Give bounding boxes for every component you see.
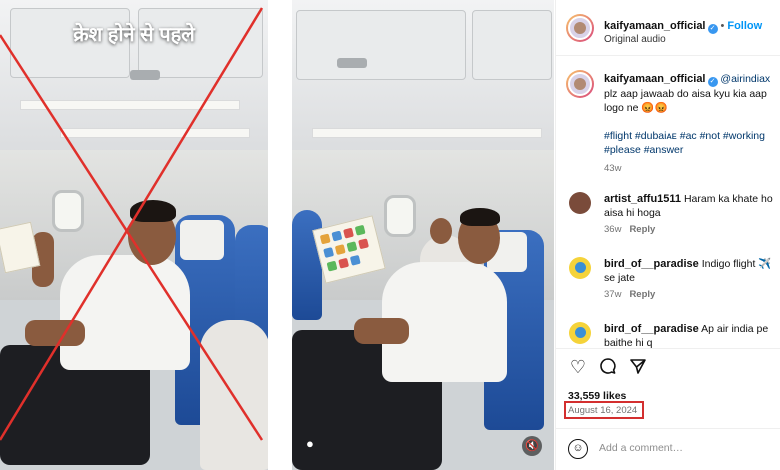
card-illustration [349, 254, 361, 266]
cross-out-icon [0, 7, 264, 441]
card-illustration [331, 230, 343, 242]
passenger-arm [354, 318, 409, 344]
comment-time: 37w [604, 289, 622, 300]
comment-time: 36w [604, 224, 622, 235]
caption-time: 43w [604, 163, 622, 174]
bin-handle [337, 58, 367, 68]
avatar-image [575, 327, 586, 338]
avatar-image [575, 262, 586, 273]
post-date: August 16, 2024 [568, 405, 638, 416]
caption-body: kaifyamaan_official ✓ @airindiax plz aap … [604, 72, 776, 174]
avatar[interactable] [566, 14, 594, 42]
avatar[interactable] [569, 322, 591, 344]
post-header: kaifyamaan_official ✓ • Follow Original aud… [556, 0, 780, 56]
reel-video[interactable]: ● [292, 0, 554, 470]
heart-icon[interactable]: ♡ [568, 357, 588, 377]
card-illustration [343, 227, 354, 239]
cabin-light [312, 128, 542, 138]
header-line: kaifyamaan_official ✓ • Follow [604, 16, 762, 34]
caption-text: kaifyamaan_official ✓ @airindiax plz aap … [604, 72, 776, 115]
passenger-hair [460, 208, 500, 226]
comment-body: bird_of__paradise Ap air india pe baithe… [604, 322, 776, 348]
screenshot-frame: क्रेश होने से पहले ● 🔇 kaifyamaan_offici… [0, 0, 780, 470]
avatar-face [574, 78, 586, 90]
avatar[interactable] [569, 192, 591, 214]
post-sidebar: kaifyamaan_official ✓ • Follow Original aud… [555, 0, 780, 470]
avatar[interactable] [569, 257, 591, 279]
follow-button[interactable]: Follow [727, 20, 762, 32]
avatar-image [568, 16, 592, 40]
card-illustration [354, 224, 366, 236]
comment-username[interactable]: artist_affu1511 [604, 193, 681, 205]
user-tag-icon[interactable]: ● [306, 436, 322, 452]
mute-icon[interactable]: 🔇 [522, 436, 542, 456]
header-username[interactable]: kaifyamaan_official [604, 20, 706, 32]
card-illustration [338, 257, 350, 269]
add-comment-bar: ☺ Add a comment… [556, 428, 780, 470]
comment-icon[interactable] [598, 357, 618, 377]
caption-hashtags[interactable]: #flight #dubaiᴀᴇ #ac #not #working #plea… [604, 129, 776, 157]
share-icon[interactable] [628, 357, 648, 377]
card-illustration [346, 241, 358, 253]
add-comment-input[interactable]: Add a comment… [599, 442, 683, 454]
divider [268, 0, 292, 470]
overhead-bin [296, 10, 466, 80]
verified-badge-icon: ✓ [707, 24, 718, 34]
caption-username[interactable]: kaifyamaan_official [604, 73, 706, 85]
comment-meta: 36w Reply [604, 224, 776, 235]
comment-bubble-icon [600, 358, 616, 374]
comment-username[interactable]: bird_of__paradise [604, 323, 699, 335]
avatar-image [568, 72, 592, 96]
reply-button[interactable]: Reply [629, 289, 655, 300]
comment-text: bird_of__paradise Ap air india pe baithe… [604, 322, 776, 348]
card-illustration [334, 244, 346, 256]
action-bar: ♡ [568, 357, 768, 377]
card-illustration [358, 238, 370, 250]
divider [556, 348, 780, 349]
passenger-head [430, 218, 452, 244]
comment-username[interactable]: bird_of__paradise [604, 258, 699, 270]
separator: • [720, 20, 725, 32]
cabin-window [384, 195, 416, 237]
avatar[interactable] [566, 70, 594, 98]
reply-button[interactable]: Reply [629, 224, 655, 235]
comment-text: bird_of__paradise Indigo flight ✈️ se ja… [604, 257, 776, 285]
verified-badge-icon: ✓ [707, 77, 718, 87]
caption-mention[interactable]: @airindiax [720, 73, 770, 85]
card-illustration [319, 233, 331, 245]
paper-plane-icon [630, 359, 646, 374]
seat [292, 210, 322, 320]
caption-message: plz aap jawaab do aisa kyu kia aap logo … [604, 88, 767, 114]
audio-label[interactable]: Original audio [604, 34, 666, 45]
comment-meta: 37w Reply [604, 289, 776, 300]
cabin-ceiling [292, 0, 554, 160]
left-photo: क्रेश होने से पहले [0, 0, 268, 470]
comment-body: artist_affu1511 Haram ka khate ho aisa h… [604, 192, 776, 235]
comment-text: artist_affu1511 Haram ka khate ho aisa h… [604, 192, 776, 220]
card-illustration [323, 247, 335, 258]
smile-icon[interactable]: ☺ [568, 439, 588, 459]
overhead-bin [472, 10, 552, 80]
comment-body: bird_of__paradise Indigo flight ✈️ se ja… [604, 257, 776, 300]
avatar-face [574, 22, 586, 34]
card-illustration [326, 260, 338, 272]
comment: bird_of__paradise Ap air india pe baithe… [556, 320, 780, 348]
